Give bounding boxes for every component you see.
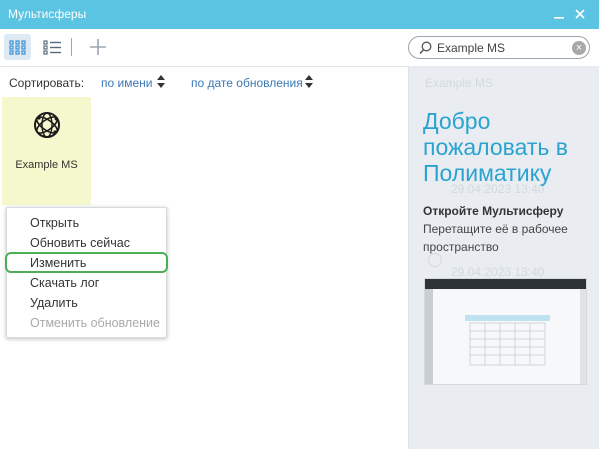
open-multisphere-title: Откройте Мультисферу: [423, 204, 564, 218]
list-view-icon: [43, 39, 61, 55]
sort-arrows-icon[interactable]: [157, 75, 165, 88]
close-button[interactable]: [570, 4, 590, 24]
workspace-preview-image: [424, 278, 587, 385]
list-view-button[interactable]: [39, 34, 66, 60]
search-input[interactable]: [437, 40, 571, 55]
ghost-item-date: 29.04.2023 13:40: [451, 265, 545, 279]
toolbar-divider: [71, 38, 72, 56]
multisphere-globe-icon: [34, 112, 60, 138]
menu-item-cancel-update: Отменить обновление: [30, 316, 160, 330]
minimize-icon: [554, 17, 564, 19]
menu-item-open[interactable]: Открыть: [30, 216, 79, 230]
add-multisphere-button[interactable]: [84, 34, 111, 60]
right-panel: Example MS 29.04.2023 13:40 29.04.2023 1…: [408, 66, 599, 449]
plus-icon: [89, 39, 106, 55]
menu-item-refresh-now[interactable]: Обновить сейчас: [30, 236, 130, 250]
open-multisphere-description: Перетащите её в рабочее пространство: [423, 222, 568, 254]
sort-bar: Сортировать: по имени по дате обновления: [0, 66, 408, 96]
close-icon: [575, 9, 585, 19]
multisphere-tile[interactable]: Example MS: [2, 97, 91, 205]
grid-view-icon: [9, 39, 26, 55]
sort-label: Сортировать:: [9, 76, 85, 90]
search-icon: [419, 41, 432, 55]
menu-item-delete[interactable]: Удалить: [30, 296, 78, 310]
search-field[interactable]: ×: [408, 36, 590, 59]
grid-view-button[interactable]: [4, 34, 31, 60]
menu-item-download-log[interactable]: Скачать лог: [30, 276, 99, 290]
welcome-heading: Добро пожаловать в Полиматику: [423, 108, 569, 186]
sort-arrows-icon[interactable]: [305, 75, 313, 88]
minimize-button[interactable]: [549, 4, 569, 24]
menu-item-edit[interactable]: Изменить: [30, 256, 86, 270]
sort-by-update[interactable]: по дате обновления: [191, 76, 303, 90]
ghost-item-name: Example MS: [425, 76, 494, 90]
title-bar: Мультисферы: [0, 0, 599, 29]
workspace-preview-illustration: [425, 279, 586, 384]
tile-name: Example MS: [15, 159, 78, 171]
window-title: Мультисферы: [8, 7, 87, 21]
clear-search-button[interactable]: ×: [572, 41, 586, 55]
clear-icon: ×: [575, 42, 583, 54]
sort-by-name[interactable]: по имени: [101, 76, 152, 90]
context-menu: Открыть Обновить сейчас Изменить Скачать…: [5, 207, 168, 338]
